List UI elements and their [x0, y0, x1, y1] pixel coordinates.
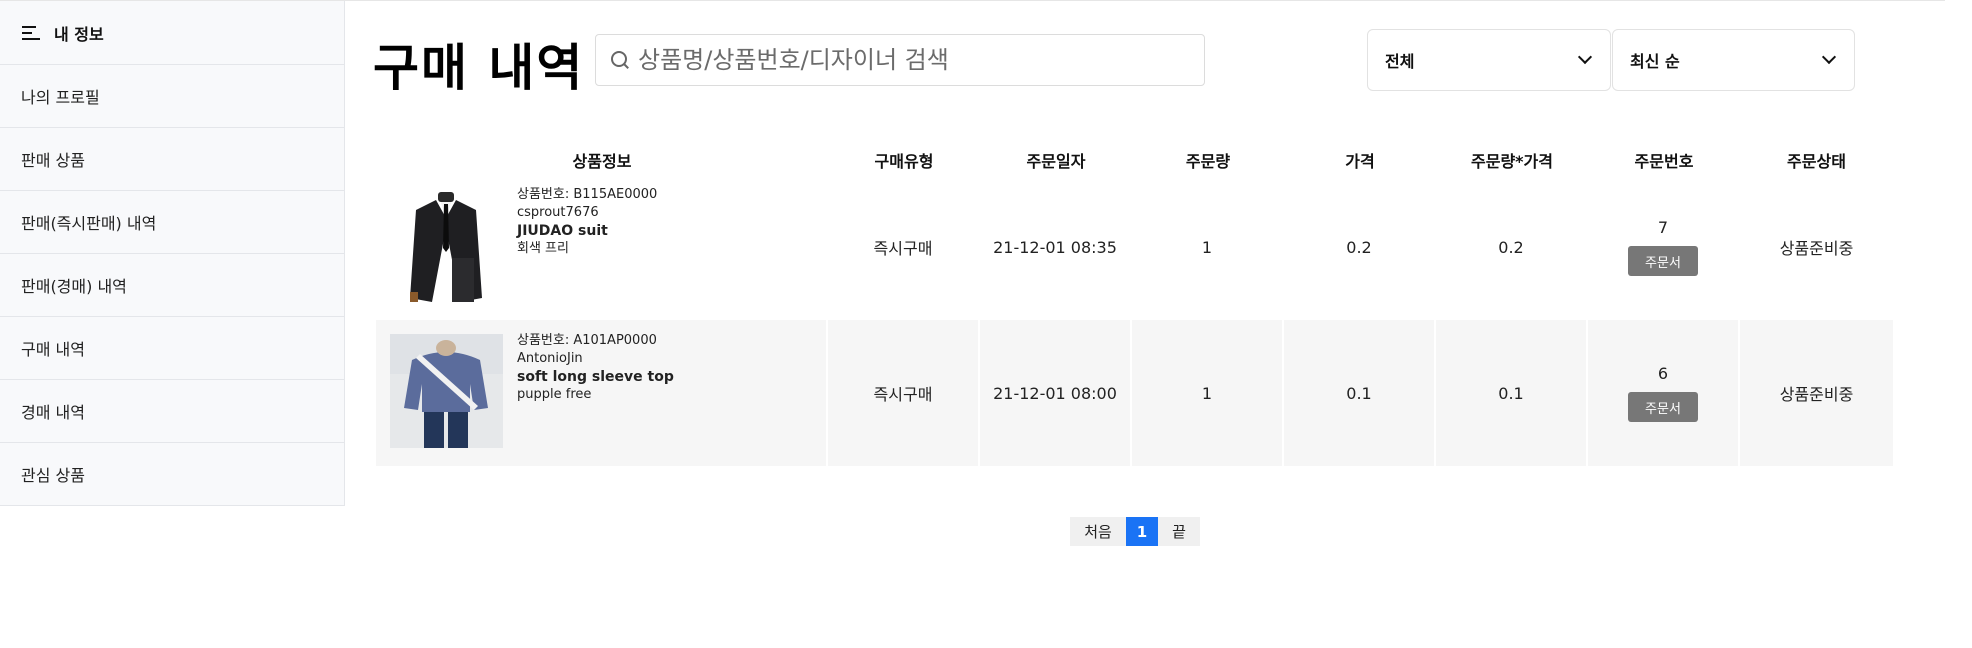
page-last-button[interactable]: 끝: [1158, 517, 1200, 546]
col-header-quantity: 주문량: [1185, 152, 1231, 171]
order-status: 상품준비중: [1779, 239, 1854, 258]
sidebar-item-sale-products[interactable]: 판매 상품: [0, 128, 344, 191]
col-header-order-status: 주문상태: [1787, 152, 1846, 171]
sidebar-item-auction-sales[interactable]: 판매(경매) 내역: [0, 254, 344, 317]
col-header-order-date: 주문일자: [1026, 152, 1086, 171]
order-date: 21-12-01 08:35: [980, 174, 1132, 320]
order-number-cell: 6 주문서: [1588, 320, 1740, 466]
search-bar[interactable]: [595, 34, 1205, 86]
order-quantity: 1: [1132, 320, 1284, 466]
sidebar-item-wishlist[interactable]: 관심 상품: [0, 443, 344, 506]
order-number: 6: [1657, 364, 1669, 383]
sidebar-item-auctions[interactable]: 경매 내역: [0, 380, 344, 443]
total-price: 0.1: [1436, 320, 1588, 466]
filter-select[interactable]: 전체: [1367, 29, 1611, 91]
page-title: 구매 내역: [373, 39, 585, 97]
pagination: 처음 1 끝: [1070, 517, 1200, 546]
product-number: 상품번호: B115AE0000: [517, 187, 658, 202]
purchase-type: 즉시구매: [828, 320, 980, 466]
total-price: 0.2: [1436, 174, 1588, 320]
search-input[interactable]: [638, 46, 1198, 74]
product-info-cell: 상품번호: B115AE0000 csprout7676 JIUDAO suit…: [376, 174, 828, 320]
table-header: 상품정보 구매유형 주문일자 주문량 가격 주문량*가격 주문번호 주문상태: [376, 146, 1893, 174]
table-row: 상품번호: B115AE0000 csprout7676 JIUDAO suit…: [376, 174, 1893, 320]
order-status: 상품준비중: [1779, 385, 1854, 404]
product-image-suit[interactable]: [390, 188, 503, 302]
product-details: 상품번호: B115AE0000 csprout7676 JIUDAO suit…: [517, 186, 657, 258]
product-info-cell: 상품번호: A101AP0000 AntonioJin soft long sl…: [376, 320, 828, 466]
order-number: 7: [1657, 218, 1669, 237]
page-current-button[interactable]: 1: [1126, 517, 1158, 546]
purchase-type: 즉시구매: [828, 174, 980, 320]
product-name[interactable]: JIUDAO suit: [517, 222, 657, 240]
price: 0.2: [1284, 174, 1436, 320]
product-name[interactable]: soft long sleeve top: [517, 368, 674, 386]
table-row: 상품번호: A101AP0000 AntonioJin soft long sl…: [376, 320, 1893, 466]
order-sheet-button[interactable]: 주문서: [1628, 392, 1698, 422]
product-details: 상품번호: A101AP0000 AntonioJin soft long sl…: [517, 332, 674, 404]
menu-icon[interactable]: [22, 25, 42, 41]
sidebar: 내 정보 나의 프로필 판매 상품 판매(즉시판매) 내역 판매(경매) 내역 …: [0, 1, 345, 506]
product-option: 회색 프리: [517, 241, 569, 256]
sidebar-header[interactable]: 내 정보: [0, 1, 344, 65]
sidebar-item-profile[interactable]: 나의 프로필: [0, 65, 344, 128]
purchase-table: 상품정보 구매유형 주문일자 주문량 가격 주문량*가격 주문번호 주문상태 상…: [376, 146, 1893, 466]
sidebar-title: 내 정보: [54, 24, 104, 44]
filter-select-value: 전체: [1385, 52, 1415, 71]
chevron-down-icon: [1821, 49, 1837, 65]
seller-name: AntonioJin: [517, 351, 583, 366]
seller-name: csprout7676: [517, 205, 599, 220]
search-icon: [610, 50, 630, 70]
order-number-cell: 7 주문서: [1588, 174, 1740, 320]
sort-select-value: 최신 순: [1630, 52, 1680, 71]
sort-select[interactable]: 최신 순: [1612, 29, 1855, 91]
col-header-total: 주문량*가격: [1471, 152, 1553, 171]
col-header-price: 가격: [1345, 152, 1375, 171]
chevron-down-icon: [1577, 49, 1593, 65]
sidebar-item-instant-sales[interactable]: 판매(즉시판매) 내역: [0, 191, 344, 254]
col-header-purchase-type: 구매유형: [874, 152, 934, 171]
product-option: pupple free: [517, 387, 592, 402]
sidebar-item-purchases[interactable]: 구매 내역: [0, 317, 344, 380]
product-image-top[interactable]: [390, 334, 503, 448]
col-header-product-info: 상품정보: [572, 152, 632, 171]
order-date: 21-12-01 08:00: [980, 320, 1132, 466]
price: 0.1: [1284, 320, 1436, 466]
order-quantity: 1: [1132, 174, 1284, 320]
page-first-button[interactable]: 처음: [1070, 517, 1126, 546]
order-sheet-button[interactable]: 주문서: [1628, 246, 1698, 276]
col-header-order-no: 주문번호: [1634, 152, 1694, 171]
product-number: 상품번호: A101AP0000: [517, 333, 657, 348]
